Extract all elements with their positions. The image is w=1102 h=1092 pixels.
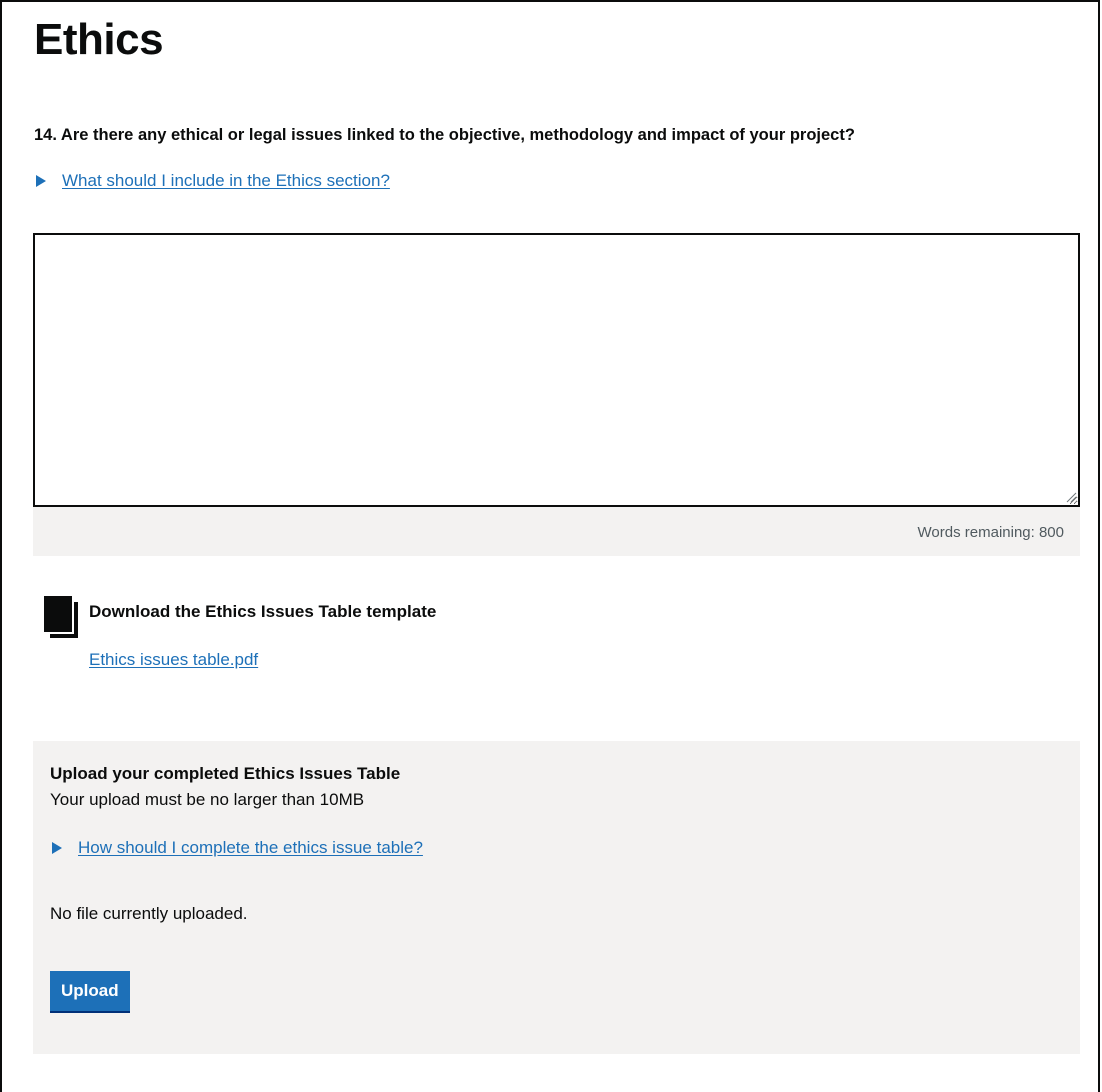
page-frame: Ethics 14. Are there any ethical or lega… [0,0,1100,1092]
question-label: 14. Are there any ethical or legal issue… [34,126,855,144]
resize-grip-icon[interactable] [1065,491,1077,503]
ethics-issues-table-pdf-link[interactable]: Ethics issues table.pdf [89,650,258,670]
ethics-guidance-toggle[interactable]: What should I include in the Ethics sect… [36,171,390,191]
ethics-table-guidance-toggle[interactable]: How should I complete the ethics issue t… [52,838,423,858]
page-title: Ethics [34,15,164,64]
ethics-table-guidance-link[interactable]: How should I complete the ethics issue t… [78,838,423,858]
triangle-right-icon [52,842,62,854]
word-count: Words remaining: 800 [917,524,1064,541]
answer-field-wrapper: Words remaining: 800 [33,233,1080,556]
upload-panel: Upload your completed Ethics Issues Tabl… [33,741,1080,1054]
download-heading: Download the Ethics Issues Table templat… [89,602,437,621]
ethics-guidance-link[interactable]: What should I include in the Ethics sect… [62,171,390,191]
ethics-answer-textarea[interactable] [33,233,1080,507]
upload-heading: Upload your completed Ethics Issues Tabl… [50,764,401,783]
upload-size-hint: Your upload must be no larger than 10MB [50,790,365,809]
triangle-right-icon [36,175,46,187]
document-icon [44,596,78,638]
upload-status: No file currently uploaded. [50,904,248,923]
upload-button[interactable]: Upload [50,971,130,1013]
